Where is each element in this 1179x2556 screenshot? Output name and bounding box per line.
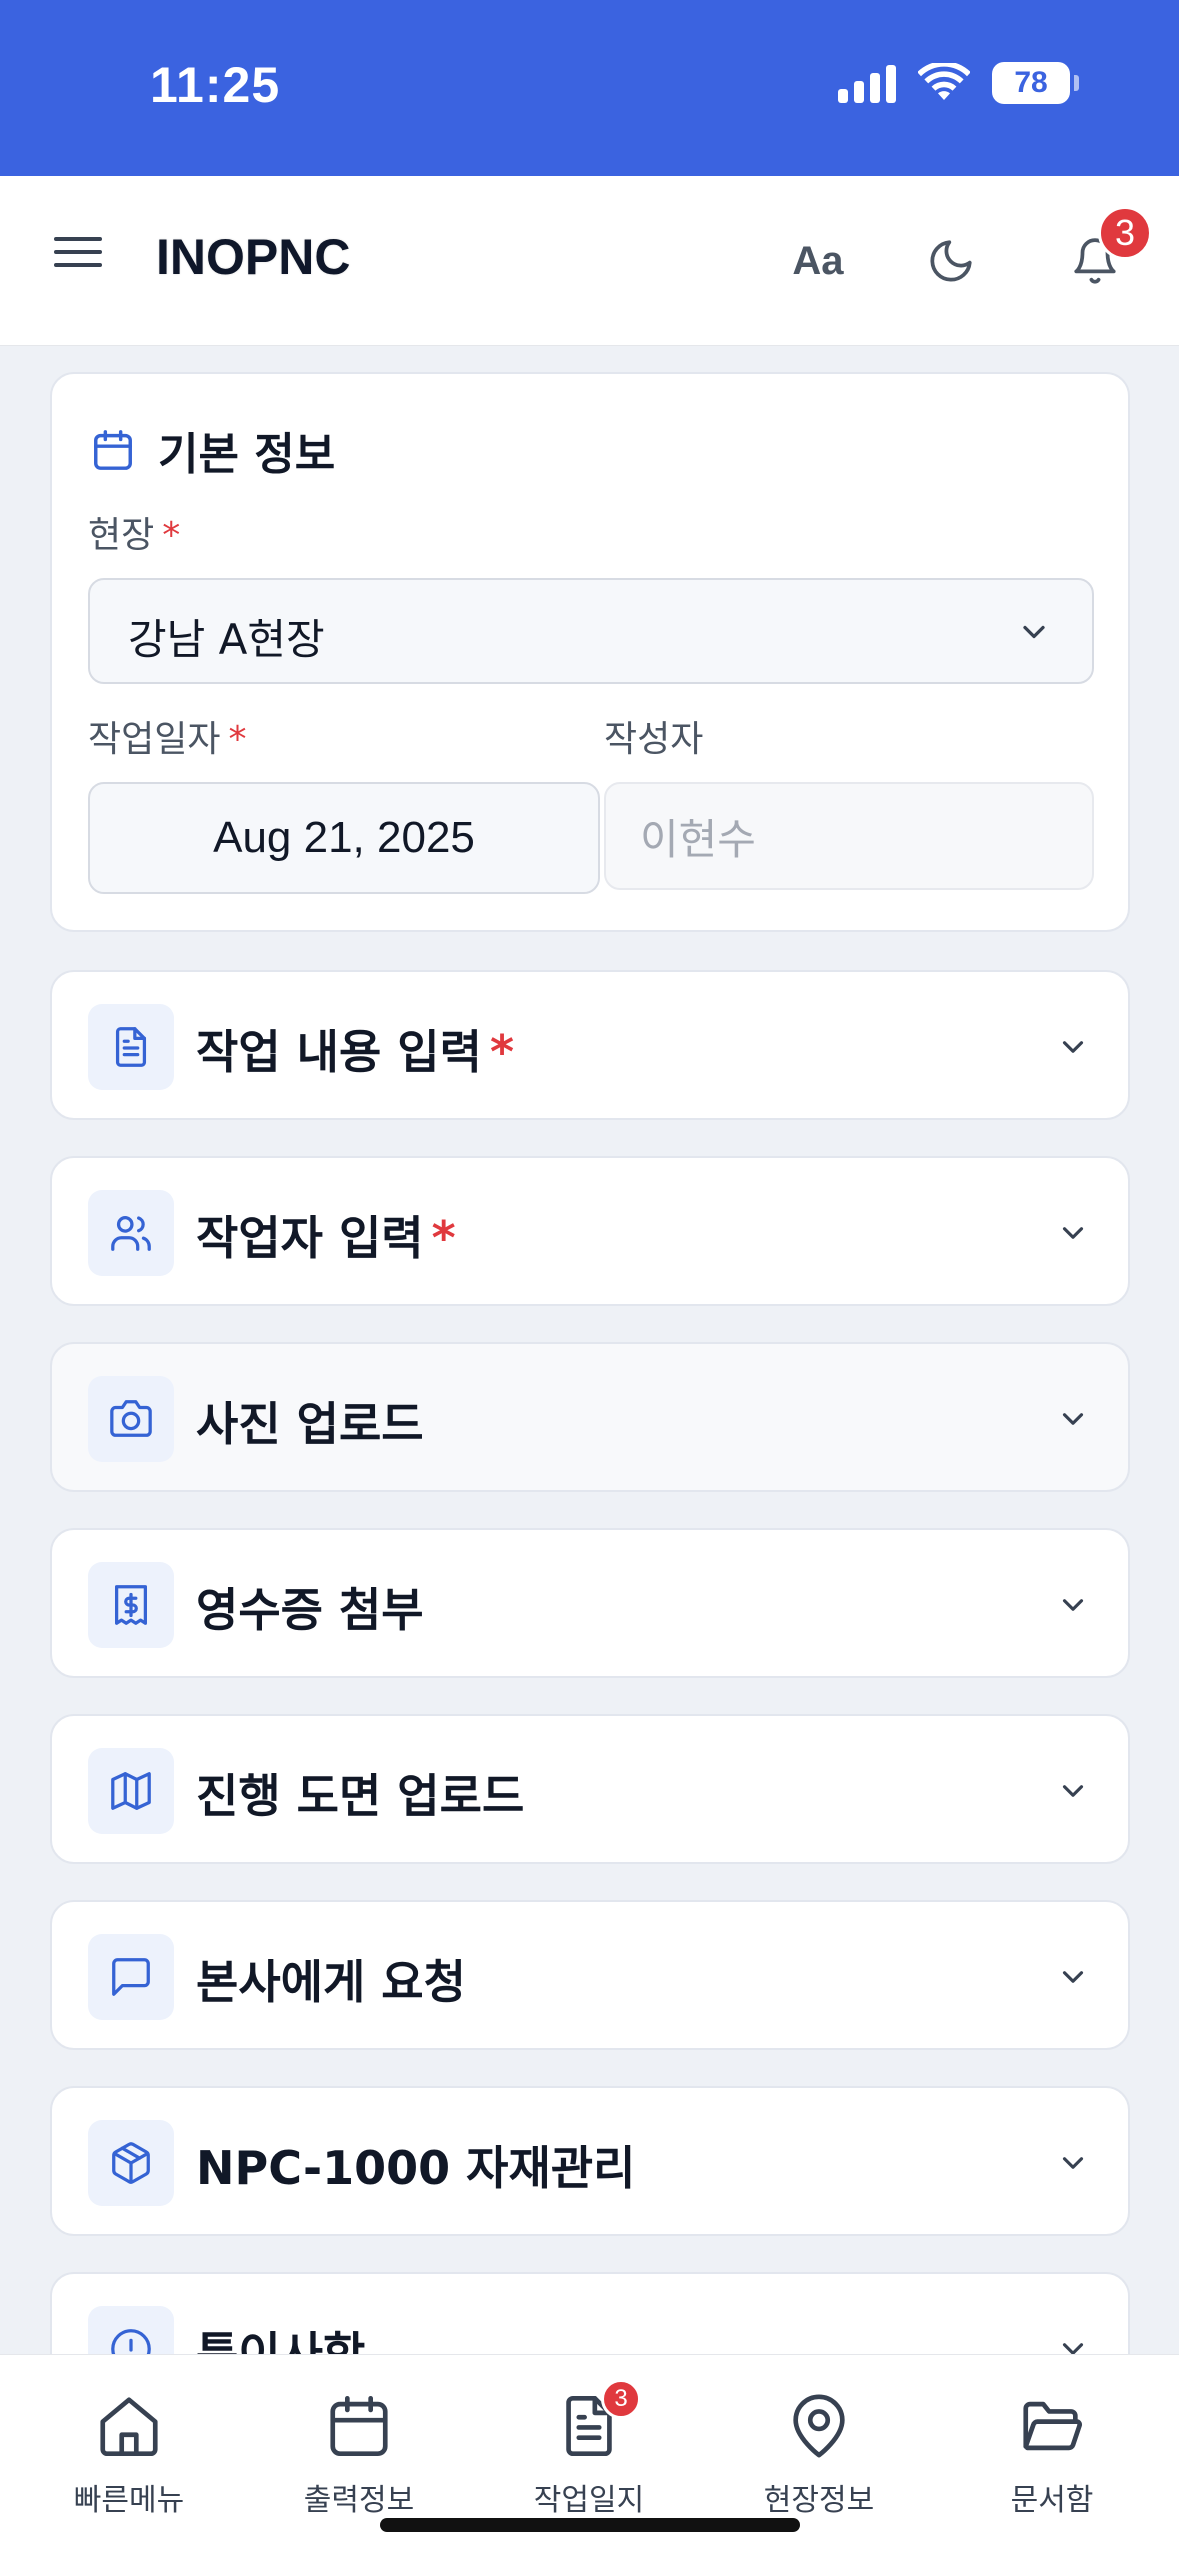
author-label: 작성자 <box>604 719 704 760</box>
nav-label: 문서함 <box>1010 2483 1094 2518</box>
font-size-button[interactable]: Aa <box>783 226 853 296</box>
required-mark: * <box>228 719 247 760</box>
section-icon-box <box>88 1004 174 1090</box>
section-icon-box <box>88 1562 174 1648</box>
section-chevron <box>1056 1216 1090 1254</box>
section-title: 작업 내용 입력 * <box>196 1016 514 1082</box>
receipt-icon <box>114 1585 148 1625</box>
date-input[interactable]: Aug 21, 2025 <box>88 782 600 894</box>
section-title-text: NPC-1000 자재관리 <box>196 2141 636 2195</box>
site-select-value: 강남 A현장 <box>128 615 325 664</box>
basic-info-title: 기본 정보 <box>158 429 336 480</box>
section-icon-box <box>88 1748 174 1834</box>
app-title: INOPNC <box>156 229 351 285</box>
calendar-icon <box>94 430 132 470</box>
section-card[interactable]: 작업자 입력 * <box>50 1156 1130 1306</box>
section-title-text: 영수증 첨부 <box>196 1583 424 1637</box>
moon-icon <box>930 240 972 282</box>
section-title-text: 사진 업로드 <box>196 1397 424 1451</box>
section-card[interactable]: 진행 도면 업로드 <box>50 1714 1130 1864</box>
section-title-text: 작업 내용 입력 <box>196 1025 482 1079</box>
site-label-text: 현장 <box>88 515 155 556</box>
site-label: 현장 * <box>88 506 180 558</box>
required-mark: * <box>489 1025 515 1079</box>
section-icon-box <box>88 1376 174 1462</box>
nav-label: 작업일지 <box>533 2483 645 2518</box>
section-title: 영수증 첨부 <box>196 1574 424 1640</box>
home-indicator <box>380 2518 800 2532</box>
chevron-down-icon <box>1023 625 1045 639</box>
section-chevron <box>1056 2146 1090 2184</box>
section-title: 진행 도면 업로드 <box>196 1760 524 1826</box>
section-chevron <box>1056 1402 1090 1440</box>
section-title: 본사에게 요청 <box>196 1946 466 2012</box>
nav-label: 빠른메뉴 <box>73 2483 185 2518</box>
nav-item-documents[interactable]: 문서함 <box>952 2391 1152 2519</box>
chevron-down-icon <box>1062 2157 1084 2169</box>
section-title-text: 작업자 입력 <box>196 1211 424 1265</box>
message-icon <box>112 1958 150 1996</box>
battery-tip <box>1074 75 1079 91</box>
battery-icon: 78 <box>992 62 1070 104</box>
battery-level: 78 <box>1014 66 1048 99</box>
chevron-down-icon <box>1062 1785 1084 1797</box>
nav-item-site-info[interactable]: 현장정보 <box>719 2391 919 2519</box>
chevron-down-icon <box>1062 1041 1084 1053</box>
section-chevron <box>1056 1960 1090 1998</box>
section-icon-box <box>88 2120 174 2206</box>
status-bar: 11:25 78 <box>0 0 1179 176</box>
home-icon <box>100 2397 158 2457</box>
chevron-down-icon <box>1062 1413 1084 1425</box>
section-title-text: 본사에게 요청 <box>196 1955 466 2009</box>
section-chevron <box>1056 1588 1090 1626</box>
date-label-text: 작업일자 <box>88 719 221 760</box>
section-card[interactable]: 본사에게 요청 <box>50 1900 1130 2050</box>
site-select[interactable]: 강남 A현장 <box>88 578 1094 684</box>
date-label: 작업일자 * <box>88 710 246 762</box>
chevron-down-icon <box>1062 1971 1084 1983</box>
map-pin-icon <box>793 2394 845 2458</box>
nav-item-quick-menu[interactable]: 빠른메뉴 <box>29 2391 229 2519</box>
nav-badge: 3 <box>601 2379 641 2419</box>
section-card[interactable]: 영수증 첨부 <box>50 1528 1130 1678</box>
nav-label: 현장정보 <box>763 2483 875 2518</box>
status-icons: 78 <box>838 62 1079 104</box>
section-icon-box <box>88 1934 174 2020</box>
chevron-down-icon <box>1062 1599 1084 1611</box>
camera-icon <box>110 1400 152 1437</box>
menu-button[interactable] <box>50 228 106 284</box>
section-title-text: 진행 도면 업로드 <box>196 1769 525 1823</box>
section-title: 작업자 입력 * <box>196 1202 456 1268</box>
document-icon <box>115 1027 147 1067</box>
section-title: 사진 업로드 <box>196 1388 424 1454</box>
section-chevron <box>1056 1030 1090 1068</box>
required-mark: * <box>162 515 181 556</box>
section-card[interactable]: 작업 내용 입력 * <box>50 970 1130 1120</box>
users-icon <box>111 1216 151 1251</box>
signal-icon <box>838 63 896 103</box>
nav-item-work-log[interactable]: 3 작업일지 <box>489 2379 689 2519</box>
nav-label: 출력정보 <box>303 2483 415 2518</box>
wifi-icon <box>918 63 970 100</box>
calendar-icon <box>330 2395 388 2457</box>
section-icon-box <box>88 1190 174 1276</box>
folder-icon <box>1023 2401 1082 2451</box>
basic-info-card: 기본 정보 현장 * 강남 A현장 작업일자 * 작성자 Aug 21, 2025 … <box>50 372 1130 932</box>
basic-info-header: 기본 정보 <box>90 418 335 482</box>
section-card[interactable]: 사진 업로드 <box>50 1342 1130 1492</box>
section-card[interactable]: NPC-1000 자재관리 <box>50 2086 1130 2236</box>
notification-badge: 3 <box>1098 206 1152 260</box>
chevron-down-icon <box>1062 1227 1084 1239</box>
section-chevron <box>1056 1774 1090 1812</box>
required-mark: * <box>431 1211 456 1265</box>
package-icon <box>112 2142 150 2184</box>
section-title: NPC-1000 자재관리 <box>196 2132 635 2198</box>
theme-toggle-button[interactable] <box>916 226 986 296</box>
app-header: INOPNC Aa 3 <box>0 176 1179 346</box>
map-icon <box>111 1772 151 1810</box>
author-input[interactable]: 이현수 <box>604 782 1094 890</box>
status-time: 11:25 <box>150 57 281 113</box>
nav-item-output-info[interactable]: 출력정보 <box>259 2391 459 2519</box>
